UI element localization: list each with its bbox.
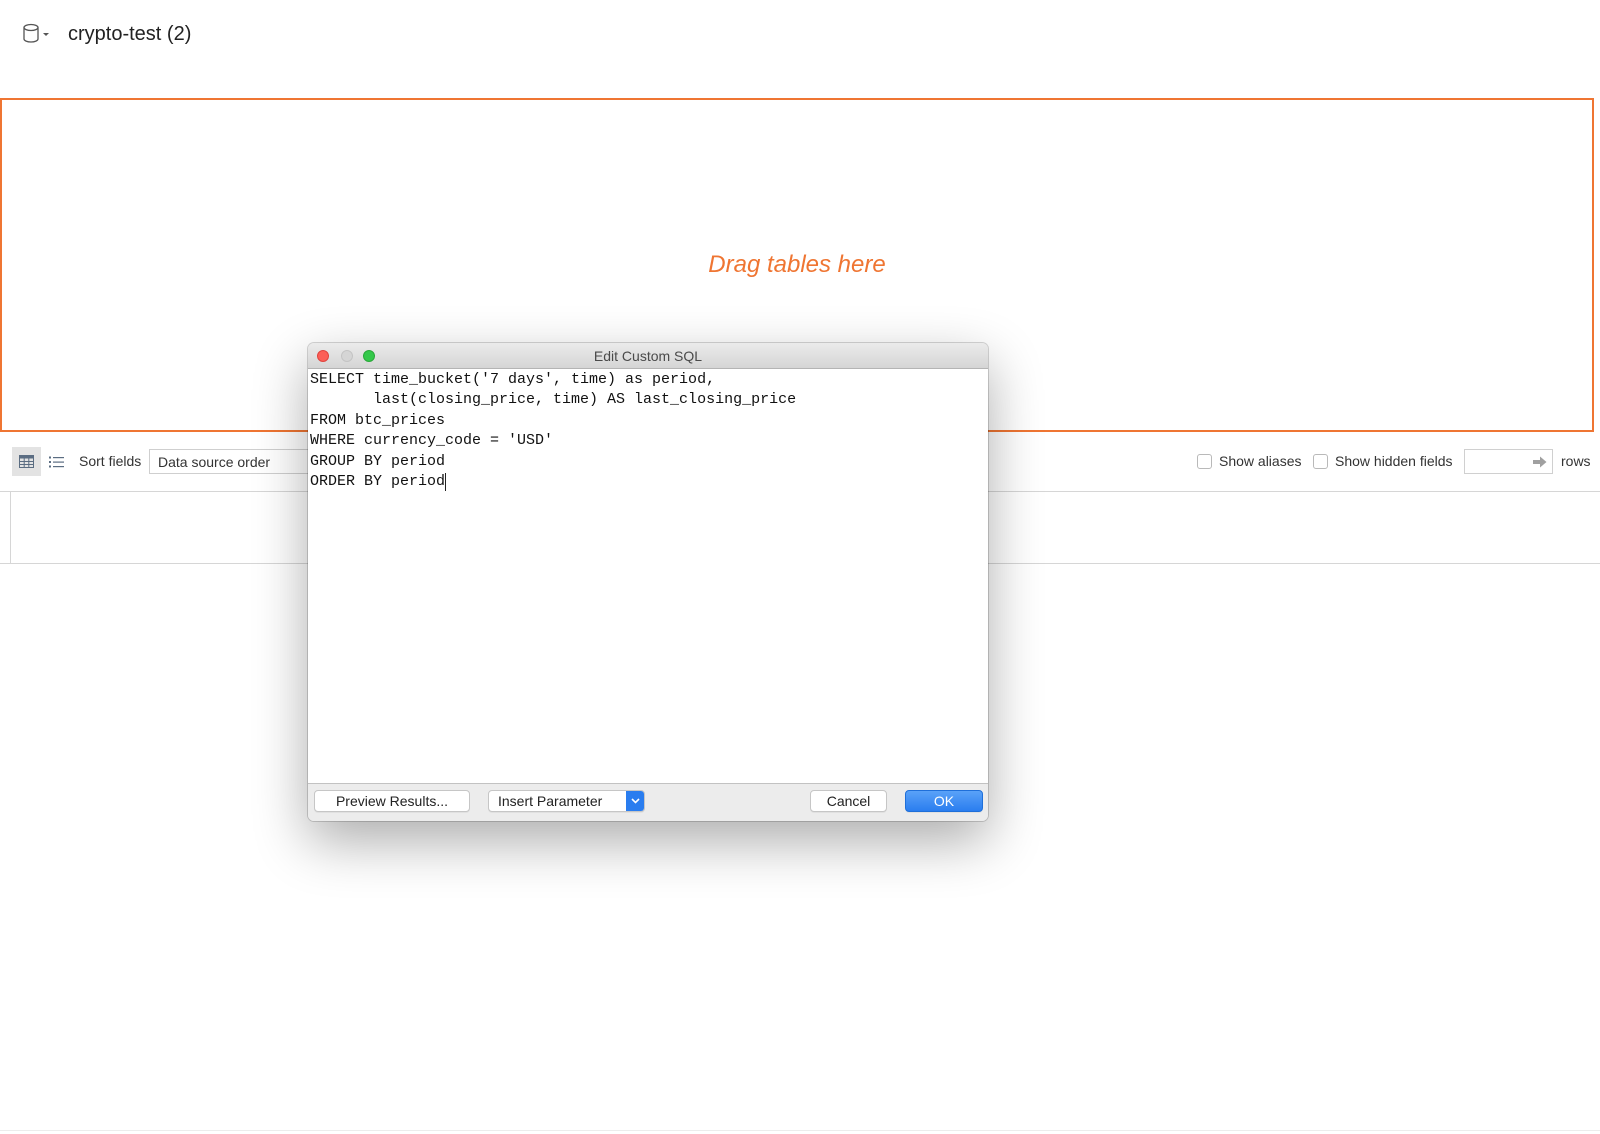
sort-fields-value: Data source order	[158, 454, 271, 470]
dialog-footer: Preview Results... Insert Parameter Canc…	[308, 784, 988, 821]
sort-fields-label: Sort fields	[79, 453, 142, 469]
minimize-window-button	[341, 350, 353, 362]
close-window-button[interactable]	[317, 350, 329, 362]
grid-left-divider	[10, 491, 11, 563]
insert-parameter-dropdown[interactable]: Insert Parameter	[488, 790, 645, 812]
show-aliases-checkbox[interactable]	[1197, 453, 1212, 469]
list-view-button[interactable]	[43, 447, 70, 476]
cancel-button[interactable]: Cancel	[810, 790, 887, 812]
dialog-title: Edit Custom SQL	[593, 348, 703, 364]
edit-custom-sql-dialog: Edit Custom SQL SELECT time_bucket('7 da…	[308, 343, 988, 821]
datasource-name[interactable]: crypto-test (2)	[68, 21, 191, 47]
grid-view-button[interactable]	[12, 447, 41, 476]
database-icon	[23, 23, 49, 43]
drop-zone-placeholder: Drag tables here	[708, 251, 886, 278]
preview-results-button[interactable]: Preview Results...	[314, 790, 470, 812]
zoom-window-button[interactable]	[363, 350, 375, 362]
insert-parameter-arrow[interactable]	[626, 791, 644, 811]
show-aliases-toggle[interactable]: Show aliases	[1197, 452, 1302, 470]
sql-editor[interactable]: SELECT time_bucket('7 days', time) as pe…	[308, 369, 988, 784]
show-hidden-fields-toggle[interactable]: Show hidden fields	[1313, 452, 1453, 470]
caret-down-icon	[43, 33, 49, 36]
show-aliases-label: Show aliases	[1219, 453, 1302, 469]
ok-button[interactable]: OK	[905, 790, 983, 812]
text-caret	[445, 473, 446, 491]
chevron-down-icon	[630, 798, 640, 804]
bottom-divider	[0, 1130, 1600, 1131]
show-hidden-fields-checkbox[interactable]	[1313, 453, 1328, 469]
arrow-right-icon[interactable]	[1533, 456, 1547, 468]
dialog-titlebar[interactable]: Edit Custom SQL	[308, 343, 988, 369]
sql-query-text[interactable]: SELECT time_bucket('7 days', time) as pe…	[310, 370, 796, 492]
grid-icon	[19, 455, 34, 468]
insert-parameter-label: Insert Parameter	[498, 793, 603, 809]
datasource-menu-button[interactable]	[22, 23, 52, 45]
rows-count-input[interactable]	[1467, 452, 1527, 471]
list-icon	[49, 456, 64, 467]
show-hidden-fields-label: Show hidden fields	[1335, 453, 1453, 469]
rows-label: rows	[1561, 453, 1591, 469]
rows-count-field[interactable]	[1464, 449, 1553, 474]
